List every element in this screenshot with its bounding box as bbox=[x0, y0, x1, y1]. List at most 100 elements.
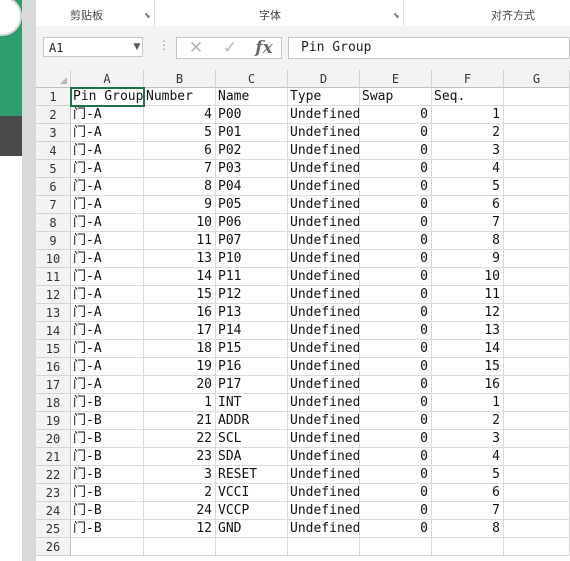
cell-c15[interactable]: P15 bbox=[216, 340, 288, 358]
row-header-23[interactable]: 23 bbox=[36, 484, 71, 502]
cell-d15[interactable]: Undefined bbox=[288, 340, 360, 358]
cell-a25[interactable]: 门-B bbox=[71, 520, 144, 538]
cell-e13[interactable]: 0 bbox=[360, 304, 432, 322]
cell-c26[interactable] bbox=[216, 538, 288, 556]
insert-function-icon[interactable]: fx bbox=[249, 38, 279, 58]
cell-a19[interactable]: 门-B bbox=[71, 412, 144, 430]
cell-e16[interactable]: 0 bbox=[360, 358, 432, 376]
cell-g22[interactable] bbox=[504, 466, 570, 484]
row-header-8[interactable]: 8 bbox=[36, 214, 71, 232]
cell-a16[interactable]: 门-A bbox=[71, 358, 144, 376]
cell-c17[interactable]: P17 bbox=[216, 376, 288, 394]
row-header-7[interactable]: 7 bbox=[36, 196, 71, 214]
cell-b25[interactable]: 12 bbox=[144, 520, 216, 538]
cell-d20[interactable]: Undefined bbox=[288, 430, 360, 448]
cell-d18[interactable]: Undefined bbox=[288, 394, 360, 412]
row-header-1[interactable]: 1 bbox=[36, 88, 71, 106]
cell-b4[interactable]: 6 bbox=[144, 142, 216, 160]
cell-g23[interactable] bbox=[504, 484, 570, 502]
cell-c7[interactable]: P05 bbox=[216, 196, 288, 214]
row-header-12[interactable]: 12 bbox=[36, 286, 71, 304]
row-header-6[interactable]: 6 bbox=[36, 178, 71, 196]
cell-a15[interactable]: 门-A bbox=[71, 340, 144, 358]
cell-c20[interactable]: SCL bbox=[216, 430, 288, 448]
cell-c22[interactable]: RESET bbox=[216, 466, 288, 484]
formula-input[interactable]: Pin Group bbox=[288, 37, 570, 59]
cell-a24[interactable]: 门-B bbox=[71, 502, 144, 520]
cell-d3[interactable]: Undefined bbox=[288, 124, 360, 142]
cell-c2[interactable]: P00 bbox=[216, 106, 288, 124]
cell-a21[interactable]: 门-B bbox=[71, 448, 144, 466]
cell-b2[interactable]: 4 bbox=[144, 106, 216, 124]
cell-f24[interactable]: 7 bbox=[432, 502, 504, 520]
column-header-d[interactable]: D bbox=[288, 70, 360, 88]
cell-g17[interactable] bbox=[504, 376, 570, 394]
cell-e22[interactable]: 0 bbox=[360, 466, 432, 484]
cell-b16[interactable]: 19 bbox=[144, 358, 216, 376]
cell-e14[interactable]: 0 bbox=[360, 322, 432, 340]
clipboard-dialog-launcher-icon[interactable]: ⬊ bbox=[144, 12, 152, 20]
cell-a12[interactable]: 门-A bbox=[71, 286, 144, 304]
cell-f19[interactable]: 2 bbox=[432, 412, 504, 430]
cell-b8[interactable]: 10 bbox=[144, 214, 216, 232]
cell-c19[interactable]: ADDR bbox=[216, 412, 288, 430]
cell-e6[interactable]: 0 bbox=[360, 178, 432, 196]
cell-f10[interactable]: 9 bbox=[432, 250, 504, 268]
cell-f5[interactable]: 4 bbox=[432, 160, 504, 178]
row-header-4[interactable]: 4 bbox=[36, 142, 71, 160]
cell-g26[interactable] bbox=[504, 538, 570, 556]
cell-c3[interactable]: P01 bbox=[216, 124, 288, 142]
cell-g21[interactable] bbox=[504, 448, 570, 466]
cell-d12[interactable]: Undefined bbox=[288, 286, 360, 304]
cell-a2[interactable]: 门-A bbox=[71, 106, 144, 124]
cell-a22[interactable]: 门-B bbox=[71, 466, 144, 484]
cell-d11[interactable]: Undefined bbox=[288, 268, 360, 286]
cell-g10[interactable] bbox=[504, 250, 570, 268]
cell-b14[interactable]: 17 bbox=[144, 322, 216, 340]
cell-f26[interactable] bbox=[432, 538, 504, 556]
cell-a13[interactable]: 门-A bbox=[71, 304, 144, 322]
row-header-16[interactable]: 16 bbox=[36, 358, 71, 376]
cell-a6[interactable]: 门-A bbox=[71, 178, 144, 196]
cell-a10[interactable]: 门-A bbox=[71, 250, 144, 268]
cell-d10[interactable]: Undefined bbox=[288, 250, 360, 268]
formula-bar-grip-icon[interactable]: ⋮ bbox=[158, 38, 170, 52]
cell-f1[interactable]: Seq. bbox=[432, 88, 504, 106]
cell-c9[interactable]: P07 bbox=[216, 232, 288, 250]
cell-e1[interactable]: Swap bbox=[360, 88, 432, 106]
cell-e8[interactable]: 0 bbox=[360, 214, 432, 232]
cell-c16[interactable]: P16 bbox=[216, 358, 288, 376]
cell-e17[interactable]: 0 bbox=[360, 376, 432, 394]
cell-b1[interactable]: Number bbox=[144, 88, 216, 106]
cell-b11[interactable]: 14 bbox=[144, 268, 216, 286]
row-header-21[interactable]: 21 bbox=[36, 448, 71, 466]
name-box-dropdown-icon[interactable]: ▼ bbox=[130, 37, 144, 57]
cell-g4[interactable] bbox=[504, 142, 570, 160]
cell-b9[interactable]: 11 bbox=[144, 232, 216, 250]
cell-d21[interactable]: Undefined bbox=[288, 448, 360, 466]
row-header-13[interactable]: 13 bbox=[36, 304, 71, 322]
column-header-e[interactable]: E bbox=[360, 70, 432, 88]
cell-a1[interactable]: Pin Group bbox=[70, 87, 145, 107]
cell-b18[interactable]: 1 bbox=[144, 394, 216, 412]
cell-d9[interactable]: Undefined bbox=[288, 232, 360, 250]
row-header-9[interactable]: 9 bbox=[36, 232, 71, 250]
cell-e3[interactable]: 0 bbox=[360, 124, 432, 142]
cell-a14[interactable]: 门-A bbox=[71, 322, 144, 340]
cell-a17[interactable]: 门-A bbox=[71, 376, 144, 394]
cell-c8[interactable]: P06 bbox=[216, 214, 288, 232]
cell-f8[interactable]: 7 bbox=[432, 214, 504, 232]
column-header-c[interactable]: C bbox=[216, 70, 288, 88]
cell-c14[interactable]: P14 bbox=[216, 322, 288, 340]
cell-f4[interactable]: 3 bbox=[432, 142, 504, 160]
cell-d7[interactable]: Undefined bbox=[288, 196, 360, 214]
cell-g18[interactable] bbox=[504, 394, 570, 412]
cell-g19[interactable] bbox=[504, 412, 570, 430]
cell-f17[interactable]: 16 bbox=[432, 376, 504, 394]
cell-f12[interactable]: 11 bbox=[432, 286, 504, 304]
cell-d19[interactable]: Undefined bbox=[288, 412, 360, 430]
cell-g6[interactable] bbox=[504, 178, 570, 196]
cancel-icon[interactable]: ✕ bbox=[181, 38, 211, 58]
cell-e11[interactable]: 0 bbox=[360, 268, 432, 286]
cell-c10[interactable]: P10 bbox=[216, 250, 288, 268]
